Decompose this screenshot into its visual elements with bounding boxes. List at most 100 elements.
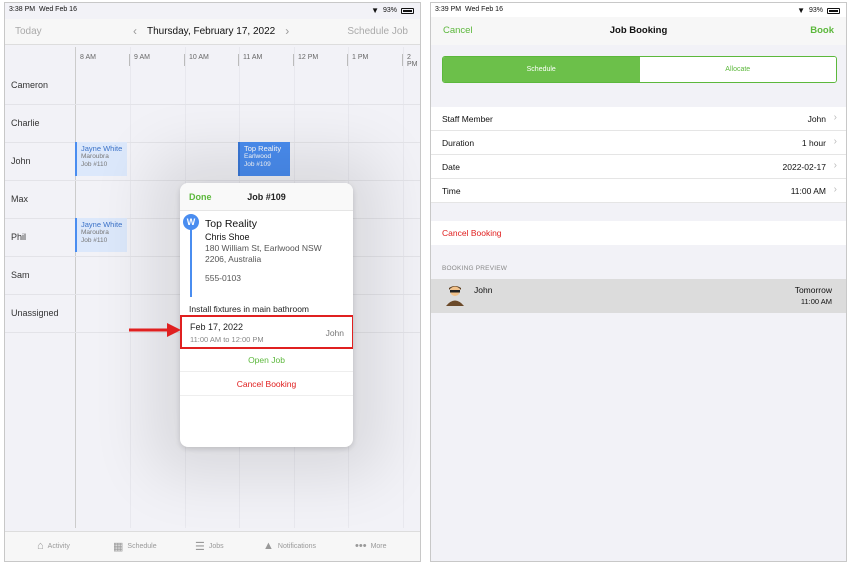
job-event[interactable]: Jayne White Maroubra Job #110 — [75, 218, 127, 252]
cancel-booking-row[interactable]: Cancel Booking — [431, 221, 846, 245]
wifi-icon: ▼ — [371, 6, 379, 15]
staff-name: Phil — [11, 232, 27, 242]
booking-time: 11:00 AM to 12:00 PM — [190, 335, 264, 344]
staff-name: Charlie — [11, 118, 40, 128]
date-row[interactable]: Date 2022-02-17 › — [431, 155, 846, 179]
segment-schedule[interactable]: Schedule — [443, 57, 640, 82]
staff-member-row[interactable]: Staff Member John › — [431, 107, 846, 131]
list-icon: ☰ — [195, 541, 205, 553]
field-value: John — [807, 114, 826, 124]
preview-time: 11:00 AM — [800, 297, 832, 306]
staff-name: Max — [11, 194, 29, 204]
battery-icon — [401, 7, 414, 14]
event-suburb: Earlwood — [244, 153, 272, 160]
chevron-right-icon[interactable]: › — [285, 24, 289, 38]
job-booking-screen: 3:39 PM Wed Feb 16 ▼ 93% Cancel Job Booki… — [430, 2, 847, 562]
event-suburb: Maroubra — [81, 153, 109, 160]
schedule-screen: 3:38 PM Wed Feb 16 ▼ 93% Today ‹ Thursday… — [4, 2, 421, 562]
client-phone[interactable]: 555-0103 — [205, 273, 241, 283]
staff-name: Sam — [11, 270, 30, 280]
schedule-header: Today ‹ Thursday, February 17, 2022 › Sc… — [5, 19, 420, 45]
annotation-arrow-icon — [129, 323, 181, 337]
time-row[interactable]: Time 11:00 AM › — [431, 179, 846, 203]
job-description-text: Install fixtures in main bathroom — [189, 304, 309, 314]
battery-percent: 93% — [382, 7, 397, 14]
field-value: 2022-02-17 — [782, 162, 826, 172]
nav-bar: Cancel Job Booking Book — [431, 17, 846, 45]
client-badge: W — [183, 214, 199, 230]
today-button[interactable]: Today — [15, 26, 42, 37]
status-bar: 3:38 PM Wed Feb 16 ▼ 93% — [5, 3, 420, 17]
open-job-button[interactable]: Open Job — [180, 348, 353, 372]
duration-row[interactable]: Duration 1 hour › — [431, 131, 846, 155]
wifi-icon: ▼ — [797, 6, 805, 15]
field-label: Staff Member — [442, 114, 493, 124]
mode-segmented-control: Schedule Allocate — [442, 56, 837, 83]
event-title: Jayne White — [81, 144, 123, 153]
chevron-right-icon: › — [833, 136, 837, 147]
status-bar: 3:39 PM Wed Feb 16 ▼ 93% — [431, 3, 846, 17]
field-label: Duration — [442, 138, 475, 148]
event-job: Job #109 — [244, 161, 271, 168]
event-job: Job #110 — [81, 237, 108, 244]
staff-row[interactable]: Charlie — [5, 105, 420, 143]
calendar-icon: ▦ — [113, 541, 124, 553]
client-address: 180 William St, Earlwood NSW 2206, Austr… — [205, 243, 322, 264]
chevron-right-icon: › — [833, 160, 837, 171]
tab-more[interactable]: ••• More — [355, 540, 387, 552]
cancel-booking-label: Cancel Booking — [442, 228, 502, 238]
preview-staff: John — [474, 285, 493, 295]
current-date: Thursday, February 17, 2022 — [147, 25, 276, 37]
field-label: Date — [442, 162, 460, 172]
client-company: Top Reality — [205, 218, 257, 230]
avatar — [446, 286, 464, 306]
book-button[interactable]: Book — [810, 25, 834, 36]
tab-jobs[interactable]: ☰ Jobs — [195, 540, 224, 553]
tab-notifications[interactable]: ▲ Notifications — [263, 540, 316, 552]
popover-title: Job #109 — [247, 192, 286, 202]
job-popover: Done Job #109 W Top Reality Chris Shoe 1… — [180, 183, 353, 447]
status-day: Wed Feb 16 — [38, 6, 77, 13]
booking-preview-row: John Tomorrow 11:00 AM — [431, 279, 846, 313]
battery-icon — [827, 7, 840, 14]
chevron-right-icon: › — [833, 112, 837, 123]
popover-header: Done Job #109 — [180, 183, 353, 211]
tab-activity[interactable]: ⌂ Activity — [37, 540, 70, 552]
client-contact: Chris Shoe — [205, 232, 250, 242]
date-navigator: ‹ Thursday, February 17, 2022 › — [133, 24, 289, 38]
event-suburb: Maroubra — [81, 229, 109, 236]
status-time: 3:39 PM — [435, 6, 462, 13]
field-value: 1 hour — [801, 138, 826, 148]
segment-allocate[interactable]: Allocate — [639, 57, 836, 82]
event-title: Top Reality — [244, 144, 282, 153]
schedule-job-button[interactable]: Schedule Job — [347, 26, 408, 37]
cancel-booking-button[interactable]: Cancel Booking — [180, 372, 353, 396]
staff-row[interactable]: John — [5, 143, 420, 181]
battery-percent: 93% — [808, 7, 823, 14]
booking-date: Feb 17, 2022 — [190, 322, 244, 332]
preview-day: Tomorrow — [794, 285, 832, 295]
staff-row[interactable]: Cameron — [5, 67, 420, 105]
event-job: Job #110 — [81, 161, 108, 168]
chevron-left-icon[interactable]: ‹ — [133, 24, 137, 38]
job-event[interactable]: Jayne White Maroubra Job #110 — [75, 142, 127, 176]
staff-name: John — [11, 156, 31, 166]
page-title: Job Booking — [609, 25, 668, 36]
bell-icon: ▲ — [263, 540, 274, 552]
status-day: Wed Feb 16 — [464, 6, 503, 13]
staff-name: Unassigned — [11, 308, 59, 318]
more-icon: ••• — [355, 540, 367, 552]
job-event-selected[interactable]: Top Reality Earlwood Job #109 — [238, 142, 290, 176]
staff-name: Cameron — [11, 80, 49, 90]
field-value: 11:00 AM — [790, 186, 826, 196]
event-title: Jayne White — [81, 220, 123, 229]
booking-entry[interactable]: Feb 17, 2022 11:00 AM to 12:00 PM John — [180, 315, 353, 349]
status-time: 3:38 PM — [9, 6, 36, 13]
tab-bar: ⌂ Activity ▦ Schedule ☰ Jobs ▲ Notifications… — [5, 531, 420, 561]
booking-preview-label: BOOKING PREVIEW — [442, 265, 508, 272]
booking-staff: John — [325, 328, 344, 338]
field-label: Time — [442, 186, 461, 196]
home-icon: ⌂ — [37, 540, 44, 552]
chevron-right-icon: › — [833, 184, 837, 195]
tab-schedule[interactable]: ▦ Schedule — [113, 540, 157, 553]
